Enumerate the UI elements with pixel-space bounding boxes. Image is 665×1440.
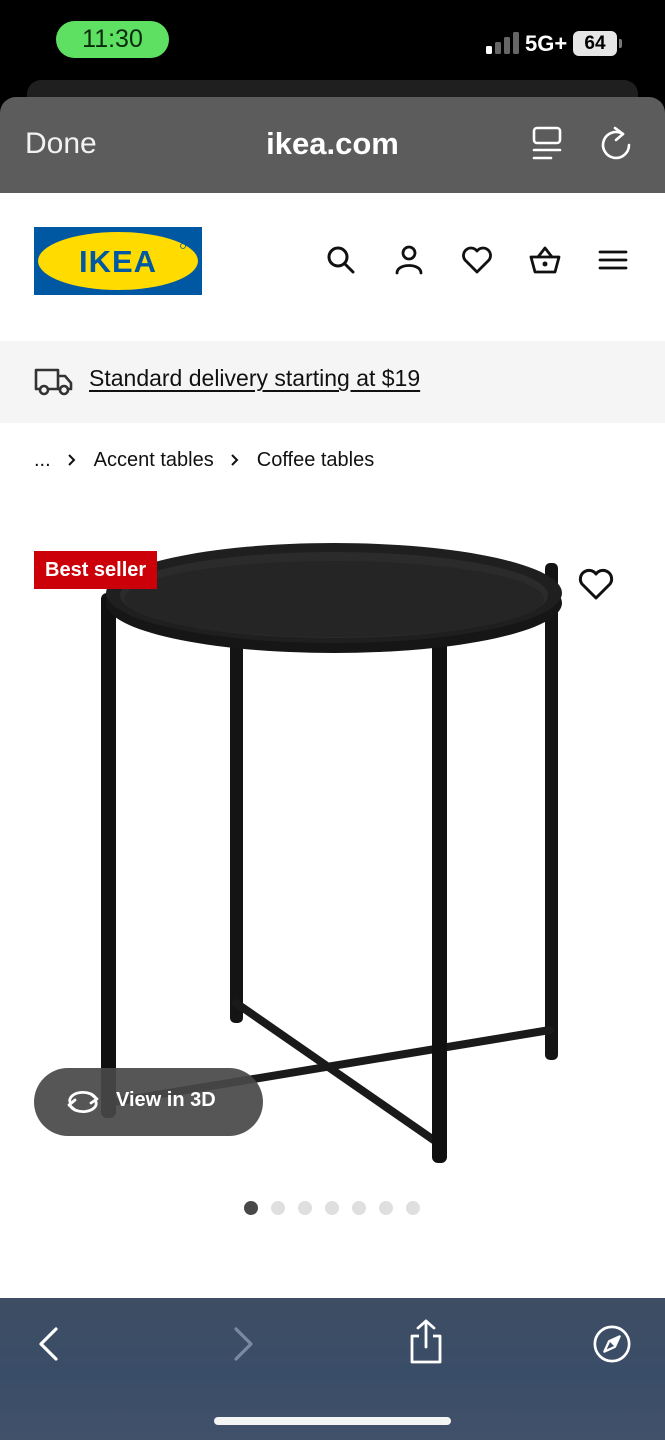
battery-level: 64 bbox=[584, 33, 606, 54]
status-time: 11:30 bbox=[56, 21, 169, 58]
breadcrumb-item-coffee-tables[interactable]: Coffee tables bbox=[257, 449, 375, 472]
gallery-dot[interactable] bbox=[406, 1201, 420, 1215]
chevron-right-icon bbox=[67, 454, 76, 466]
view-in-3d-button[interactable]: View in 3D bbox=[34, 1068, 263, 1136]
reader-mode-icon[interactable] bbox=[529, 125, 565, 163]
logo-text: IKEA bbox=[79, 244, 157, 279]
chevron-right-icon bbox=[231, 454, 239, 466]
reload-icon[interactable] bbox=[598, 125, 634, 163]
home-indicator bbox=[214, 1417, 451, 1425]
add-to-favorites-heart-icon[interactable] bbox=[576, 565, 616, 603]
gallery-dot[interactable] bbox=[271, 1201, 285, 1215]
truck-icon bbox=[34, 368, 73, 396]
url-display[interactable]: ikea.com bbox=[0, 126, 665, 162]
rotate-3d-icon bbox=[67, 1090, 99, 1114]
browser-header: Done ikea.com bbox=[0, 97, 665, 193]
gallery-dot[interactable] bbox=[298, 1201, 312, 1215]
web-page: IKEA Standard delivery starting at $19 .… bbox=[0, 193, 665, 1298]
gallery-pagination bbox=[244, 1201, 420, 1215]
gallery-dot[interactable] bbox=[379, 1201, 393, 1215]
account-icon[interactable] bbox=[392, 243, 426, 277]
favorites-icon[interactable] bbox=[460, 243, 494, 277]
gallery-dot[interactable] bbox=[325, 1201, 339, 1215]
share-icon[interactable] bbox=[406, 1318, 446, 1366]
ikea-logo[interactable]: IKEA bbox=[34, 227, 202, 295]
gallery-dot[interactable] bbox=[244, 1201, 258, 1215]
network-type: 5G+ bbox=[525, 31, 568, 56]
search-icon[interactable] bbox=[324, 243, 358, 277]
back-icon[interactable] bbox=[30, 1323, 70, 1365]
battery-nub bbox=[619, 39, 622, 48]
best-seller-badge: Best seller bbox=[34, 551, 158, 589]
breadcrumb: ... Accent tables Coffee tables bbox=[34, 447, 374, 473]
status-bar: 11:30 5G+ 64 bbox=[0, 0, 665, 80]
delivery-banner: Standard delivery starting at $19 bbox=[0, 341, 665, 423]
menu-icon[interactable] bbox=[596, 243, 630, 277]
cellular-signal-icon bbox=[486, 32, 519, 54]
breadcrumb-item-accent-tables[interactable]: Accent tables bbox=[94, 449, 214, 472]
gallery-dot[interactable] bbox=[352, 1201, 366, 1215]
delivery-link[interactable]: Standard delivery starting at $19 bbox=[89, 365, 420, 392]
view-in-3d-label: View in 3D bbox=[116, 1089, 216, 1111]
breadcrumb-ellipsis[interactable]: ... bbox=[34, 449, 51, 472]
forward-icon bbox=[234, 1327, 253, 1361]
browser-toolbar bbox=[0, 1298, 665, 1440]
compass-icon[interactable] bbox=[592, 1323, 632, 1365]
cart-icon[interactable] bbox=[528, 243, 562, 277]
battery-icon: 64 bbox=[573, 31, 617, 56]
